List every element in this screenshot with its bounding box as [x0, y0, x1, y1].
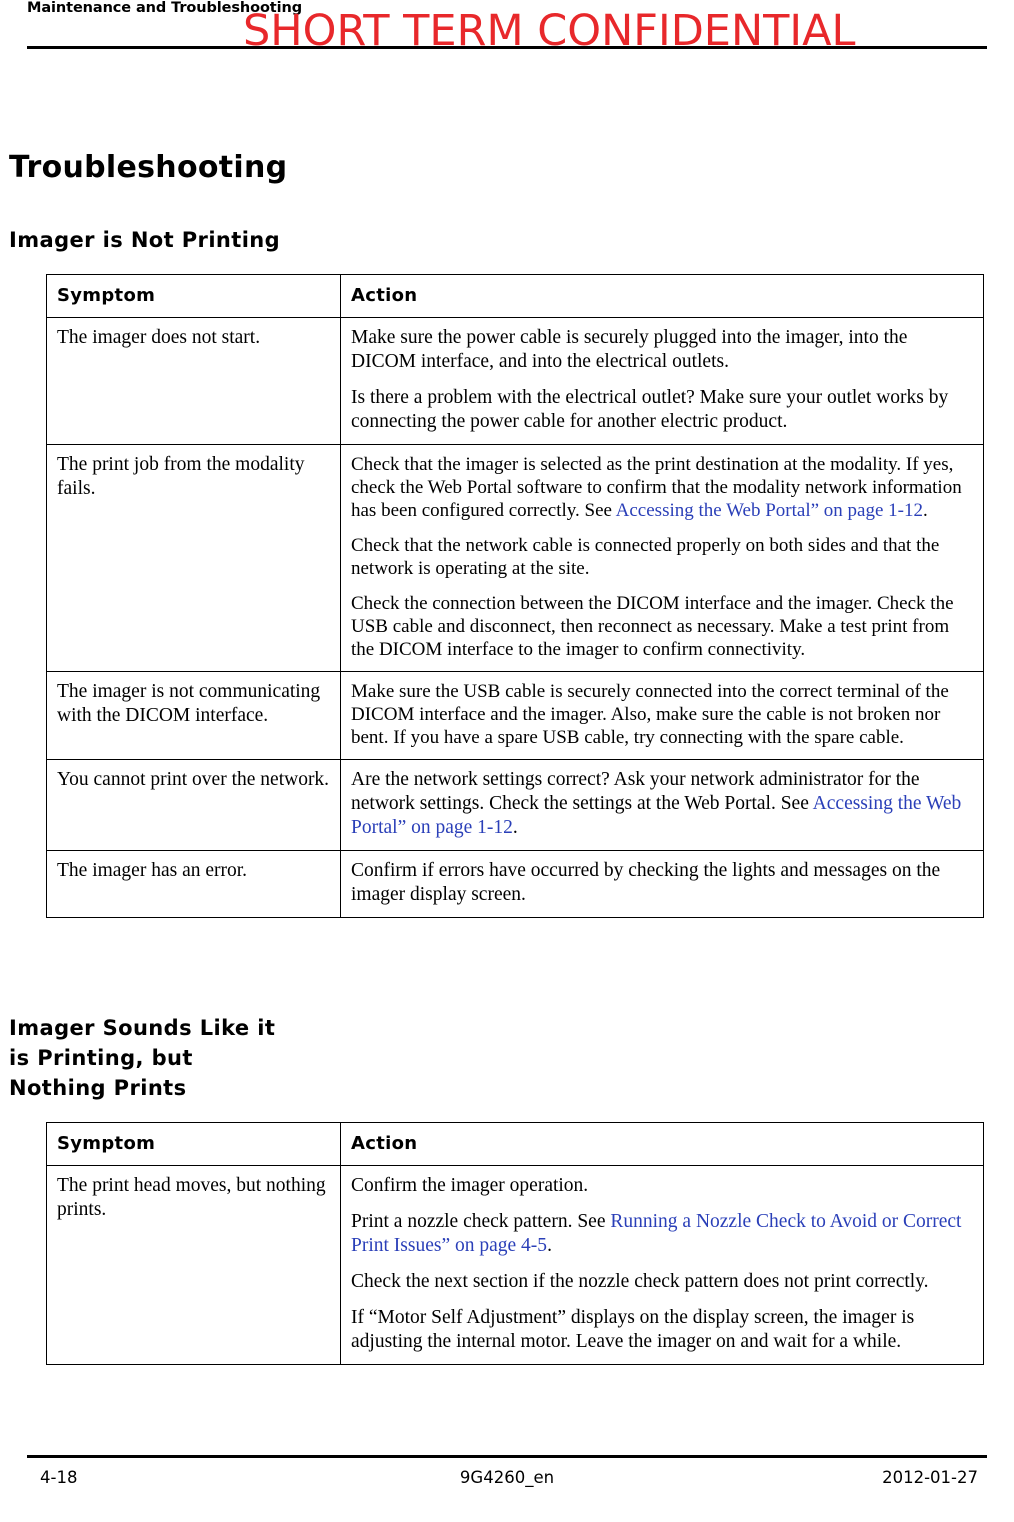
troubleshooting-table-nothing-prints: Symptom Action The print head moves, but… [46, 1122, 984, 1365]
action-paragraph: If “Motor Self Adjustment” displays on t… [351, 1307, 915, 1352]
action-paragraph: Make sure the power cable is securely pl… [351, 327, 908, 372]
footer-divider [27, 1455, 987, 1458]
column-header-symptom: Symptom [46, 274, 341, 318]
action-paragraph: Confirm the imager operation. [351, 1175, 589, 1196]
action-paragraph: Check the connection between the DICOM i… [351, 593, 954, 660]
action-paragraph: Confirm if errors have occurred by check… [351, 860, 941, 905]
action-paragraph: Check that the imager is selected as the… [351, 454, 962, 521]
cross-reference-link[interactable]: Accessing the [813, 793, 922, 814]
symptom-cell: You cannot print over the network. [46, 759, 341, 851]
section-heading-imager-not-printing: Imager is Not Printing [9, 228, 281, 252]
header-divider [27, 46, 987, 49]
column-header-symptom: Symptom [46, 1122, 341, 1166]
footer-document-number: 9G4260_en [459, 1468, 555, 1487]
column-header-action: Action [340, 274, 984, 318]
action-cell: Make sure the USB cable is securely conn… [340, 671, 984, 760]
symptom-cell: The imager does not start. [46, 317, 341, 445]
table-row: The imager has an error. Confirm if erro… [46, 850, 984, 918]
table-row: The print job from the modality fails. C… [46, 444, 984, 672]
action-paragraph: Check the next section if the nozzle che… [351, 1271, 929, 1292]
symptom-cell: The print job from the modality fails. [46, 444, 341, 672]
action-paragraph: Make sure the USB cable is securely conn… [351, 681, 949, 748]
table-header-row: Symptom Action [46, 1122, 984, 1166]
symptom-cell: The imager is not communicating with the… [46, 671, 341, 760]
action-cell: Make sure the power cable is securely pl… [340, 317, 984, 445]
action-cell: Are the network settings correct? Ask yo… [340, 759, 984, 851]
action-cell: Check that the imager is selected as the… [340, 444, 984, 672]
action-cell: Confirm if errors have occurred by check… [340, 850, 984, 918]
table-row: The imager does not start. Make sure the… [46, 317, 984, 445]
page-title: Troubleshooting [9, 150, 288, 185]
action-paragraph: Print a nozzle check pattern. See Runnin… [351, 1211, 962, 1256]
action-paragraph: Check that the network cable is connecte… [351, 535, 940, 579]
table-row: You cannot print over the network. Are t… [46, 759, 984, 851]
table-row: The print head moves, but nothing prints… [46, 1165, 984, 1365]
table-header-row: Symptom Action [46, 274, 984, 318]
action-cell: Confirm the imager operation. Print a no… [340, 1165, 984, 1365]
symptom-cell: The print head moves, but nothing prints… [46, 1165, 341, 1365]
action-paragraph: Is there a problem with the electrical o… [351, 387, 949, 432]
cross-reference-link[interactable]: Accessing the Web Portal” on page 1-12 [616, 500, 923, 521]
table-row: The imager is not communicating with the… [46, 671, 984, 760]
document-page: Maintenance and Troubleshooting SHORT TE… [0, 0, 1014, 1522]
cross-reference-link-cont[interactable]: Print Issues” on page 4-5 [351, 1235, 547, 1256]
cross-reference-link[interactable]: Running a Nozzle Check to Avoid or Corre… [610, 1211, 961, 1232]
action-paragraph: Are the network settings correct? Ask yo… [351, 769, 962, 838]
symptom-cell: The imager has an error. [46, 850, 341, 918]
section-heading-sounds-like-printing: Imager Sounds Like it is Printing, but Not… [9, 1016, 276, 1100]
footer-date: 2012-01-27 [882, 1468, 978, 1487]
troubleshooting-table-not-printing: Symptom Action The imager does not start… [46, 274, 984, 918]
column-header-action: Action [340, 1122, 984, 1166]
